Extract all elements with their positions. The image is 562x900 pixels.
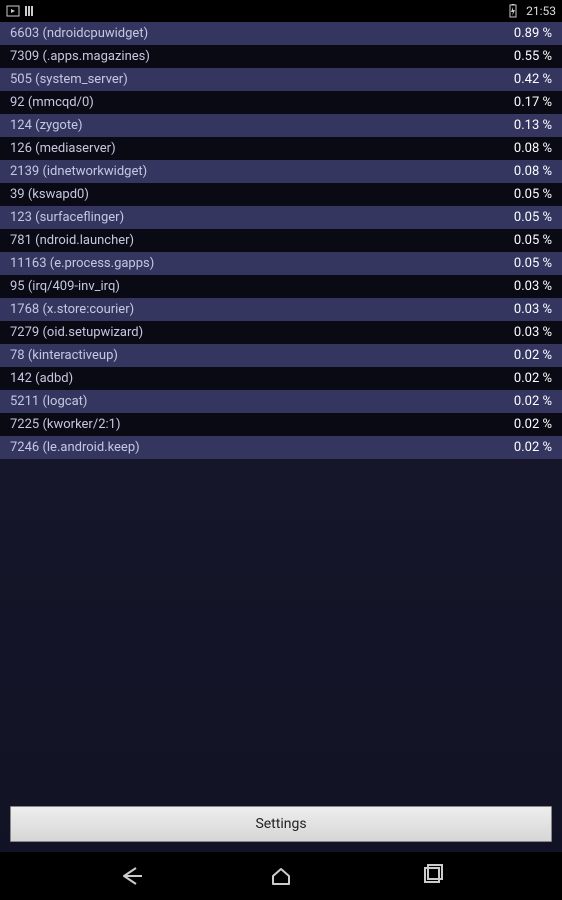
- process-label: 124 (zygote): [10, 118, 83, 133]
- process-label: 142 (adbd): [10, 371, 73, 386]
- process-percent: 0.03 %: [514, 302, 552, 317]
- process-row[interactable]: 781 (ndroid.launcher) 0.05 %: [0, 229, 562, 252]
- process-label: 1768 (x.store:courier): [10, 302, 134, 317]
- process-label: 11163 (e.process.gapps): [10, 256, 154, 271]
- process-percent: 0.55 %: [514, 49, 552, 64]
- process-percent: 0.02 %: [514, 394, 552, 409]
- process-label: 92 (mmcqd/0): [10, 95, 94, 110]
- process-label: 95 (irq/409-inv_irq): [10, 279, 120, 294]
- process-row[interactable]: 142 (adbd) 0.02 %: [0, 367, 562, 390]
- play-store-icon: [6, 4, 20, 18]
- process-label: 2139 (idnetworkwidget): [10, 164, 147, 179]
- navigation-bar: [0, 852, 562, 900]
- status-bar: 21:53: [0, 0, 562, 22]
- process-row[interactable]: 11163 (e.process.gapps) 0.05 %: [0, 252, 562, 275]
- process-row[interactable]: 5211 (logcat) 0.02 %: [0, 390, 562, 413]
- home-button[interactable]: [259, 854, 303, 898]
- process-row[interactable]: 92 (mmcqd/0) 0.17 %: [0, 91, 562, 114]
- process-percent: 0.08 %: [514, 164, 552, 179]
- process-percent: 0.02 %: [514, 440, 552, 455]
- process-row[interactable]: 7309 (.apps.magazines) 0.55 %: [0, 45, 562, 68]
- process-label: 781 (ndroid.launcher): [10, 233, 134, 248]
- process-row[interactable]: 123 (surfaceflinger) 0.05 %: [0, 206, 562, 229]
- process-percent: 0.03 %: [514, 279, 552, 294]
- process-percent: 0.02 %: [514, 417, 552, 432]
- process-percent: 0.02 %: [514, 371, 552, 386]
- process-label: 7225 (kworker/2:1): [10, 417, 121, 432]
- process-row[interactable]: 1768 (x.store:courier) 0.03 %: [0, 298, 562, 321]
- process-percent: 0.08 %: [514, 141, 552, 156]
- process-percent: 0.05 %: [514, 256, 552, 271]
- process-row[interactable]: 7246 (le.android.keep) 0.02 %: [0, 436, 562, 459]
- bars-icon: [24, 4, 38, 18]
- process-label: 505 (system_server): [10, 72, 128, 87]
- process-label: 78 (kinteractiveup): [10, 348, 118, 363]
- process-row[interactable]: 95 (irq/409-inv_irq) 0.03 %: [0, 275, 562, 298]
- process-row[interactable]: 7225 (kworker/2:1) 0.02 %: [0, 413, 562, 436]
- process-label: 123 (surfaceflinger): [10, 210, 124, 225]
- status-time: 21:53: [526, 4, 556, 18]
- process-percent: 0.89 %: [514, 26, 552, 41]
- process-percent: 0.05 %: [514, 210, 552, 225]
- process-label: 7309 (.apps.magazines): [10, 49, 150, 64]
- settings-button[interactable]: Settings: [10, 806, 552, 842]
- process-percent: 0.03 %: [514, 325, 552, 340]
- process-row[interactable]: 126 (mediaserver) 0.08 %: [0, 137, 562, 160]
- process-label: 7246 (le.android.keep): [10, 440, 140, 455]
- process-label: 7279 (oid.setupwizard): [10, 325, 143, 340]
- process-row[interactable]: 2139 (idnetworkwidget) 0.08 %: [0, 160, 562, 183]
- process-row[interactable]: 78 (kinteractiveup) 0.02 %: [0, 344, 562, 367]
- process-label: 5211 (logcat): [10, 394, 87, 409]
- process-percent: 0.02 %: [514, 348, 552, 363]
- process-row[interactable]: 7279 (oid.setupwizard) 0.03 %: [0, 321, 562, 344]
- process-percent: 0.13 %: [514, 118, 552, 133]
- process-label: 39 (kswapd0): [10, 187, 89, 202]
- back-button[interactable]: [108, 854, 152, 898]
- process-percent: 0.05 %: [514, 233, 552, 248]
- settings-label: Settings: [255, 816, 306, 832]
- process-row[interactable]: 505 (system_server) 0.42 %: [0, 68, 562, 91]
- process-label: 126 (mediaserver): [10, 141, 116, 156]
- process-percent: 0.17 %: [514, 95, 552, 110]
- process-row[interactable]: 39 (kswapd0) 0.05 %: [0, 183, 562, 206]
- process-row[interactable]: 124 (zygote) 0.13 %: [0, 114, 562, 137]
- process-percent: 0.42 %: [514, 72, 552, 87]
- recent-apps-button[interactable]: [411, 854, 455, 898]
- process-label: 6603 (ndroidcpuwidget): [10, 26, 148, 41]
- process-list[interactable]: 6603 (ndroidcpuwidget) 0.89 % 7309 (.apps.…: [0, 22, 562, 796]
- process-percent: 0.05 %: [514, 187, 552, 202]
- process-row[interactable]: 6603 (ndroidcpuwidget) 0.89 %: [0, 22, 562, 45]
- battery-icon: [506, 4, 520, 18]
